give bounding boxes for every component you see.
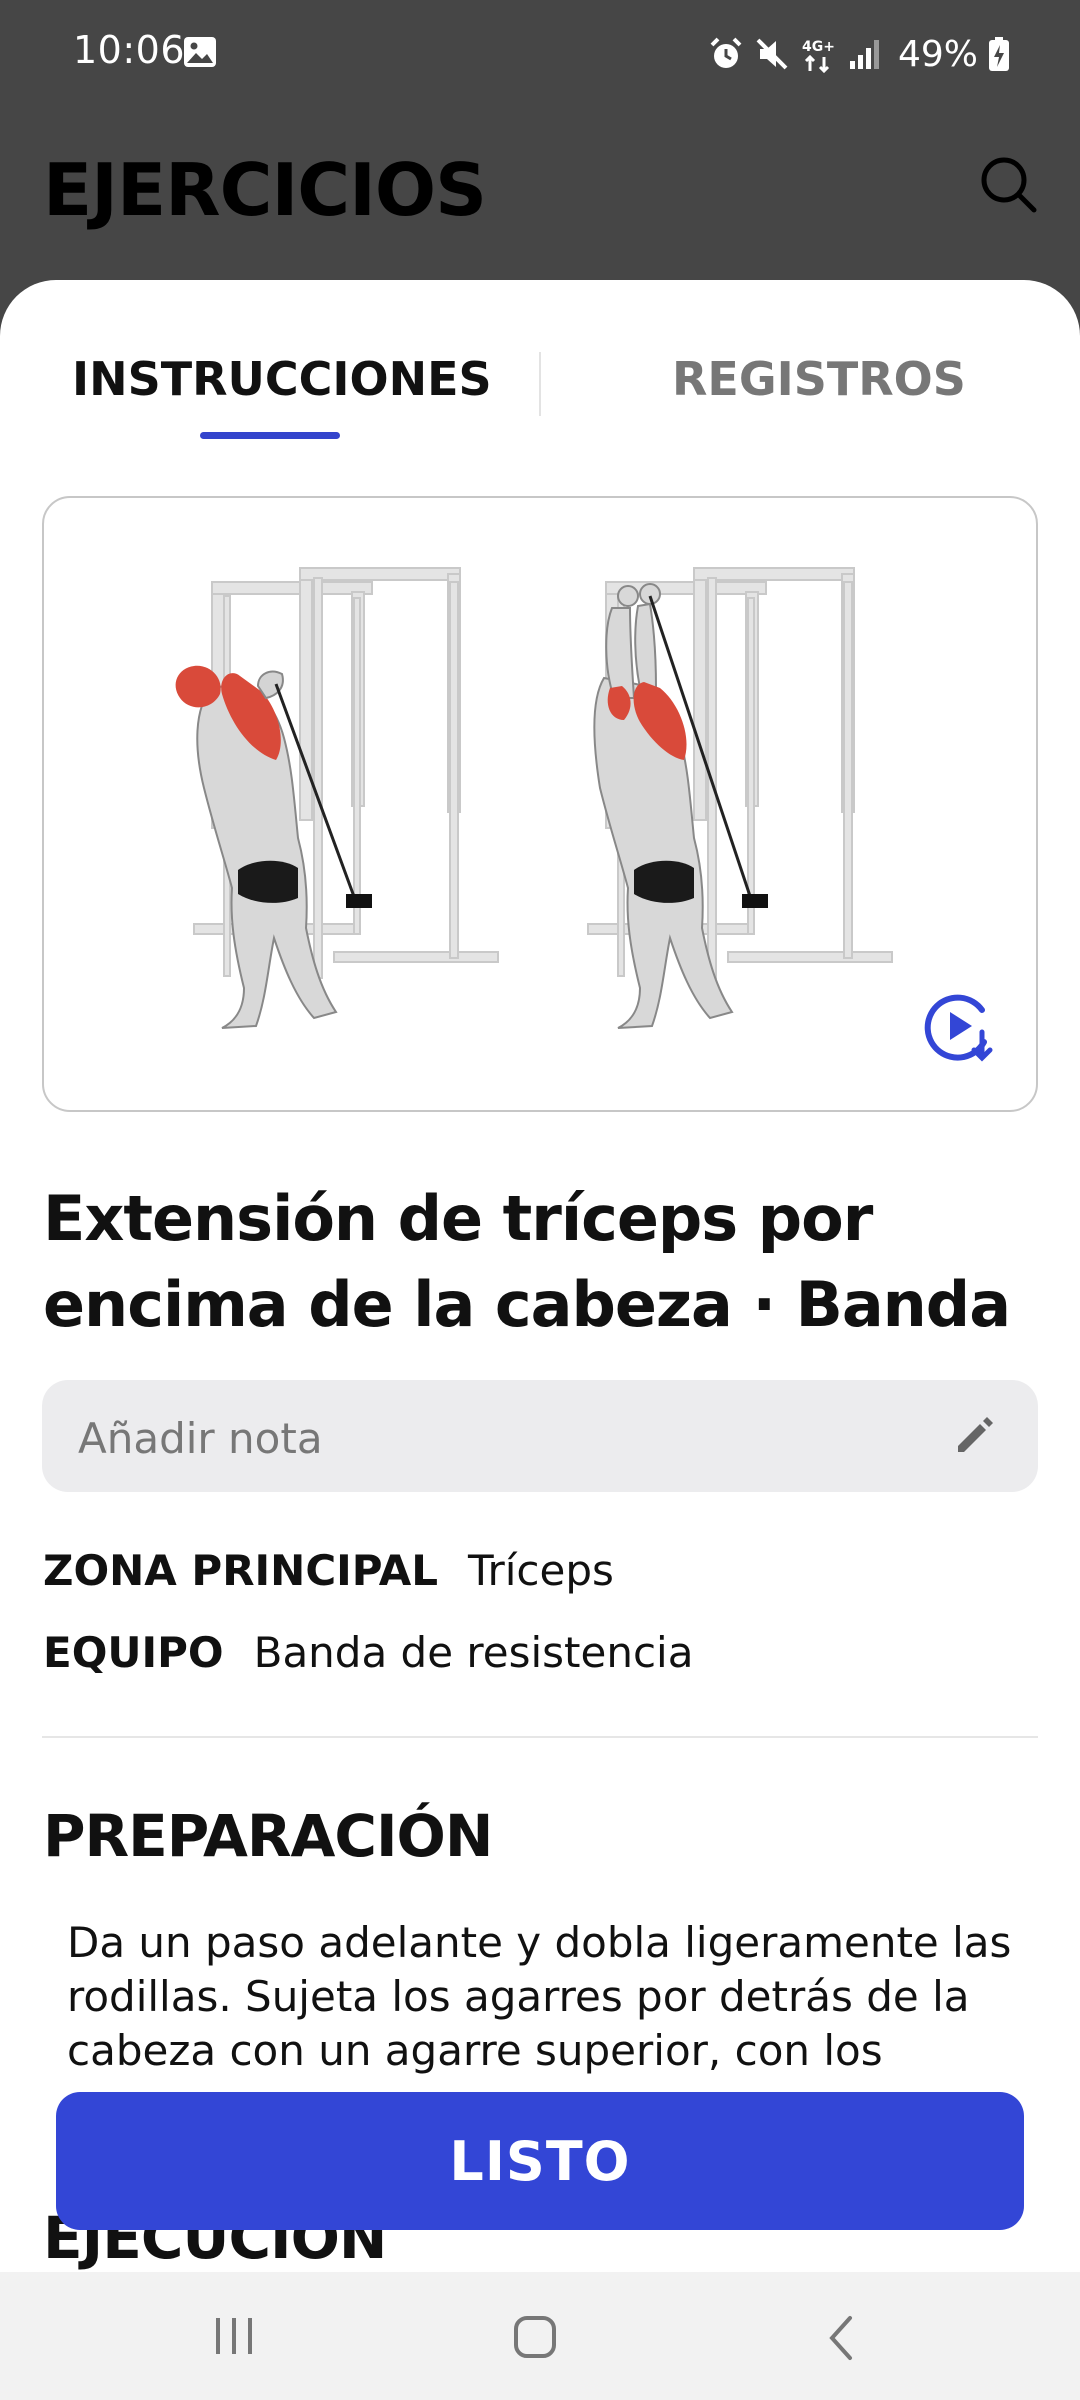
equipment-row: EQUIPO Banda de resistencia [43, 1628, 693, 1677]
tab-records[interactable]: REGISTROS [672, 352, 966, 406]
note-placeholder: Añadir nota [78, 1414, 323, 1463]
app-header: EJERCICIOS [0, 108, 1080, 280]
home-icon[interactable] [512, 2314, 560, 2362]
main-zone-label: ZONA PRINCIPAL [43, 1546, 438, 1595]
image-notification-icon [184, 37, 216, 67]
tab-instructions[interactable]: INSTRUCCIONES [72, 352, 492, 406]
section-divider [42, 1736, 1038, 1738]
equipment-label: EQUIPO [43, 1628, 224, 1677]
exercise-detail-sheet: INSTRUCCIONES REGISTROS Extensión de trí… [0, 280, 1080, 2272]
exercise-image-card[interactable] [42, 496, 1038, 1112]
done-button[interactable]: LISTO [56, 2092, 1024, 2230]
status-time: 10:06 [73, 28, 186, 72]
exercise-title: Extensión de tríceps por encima de la ca… [43, 1182, 1011, 1341]
tab-divider [539, 352, 541, 416]
video-play-download-icon[interactable] [920, 988, 1000, 1068]
status-icons: 4G+ 49% [708, 26, 1010, 82]
mute-icon [756, 38, 788, 70]
pencil-icon[interactable] [950, 1412, 998, 1460]
equipment-value: Banda de resistencia [253, 1628, 694, 1677]
active-tab-indicator [200, 432, 340, 439]
tab-bar: INSTRUCCIONES REGISTROS [0, 280, 1080, 450]
note-field[interactable]: Añadir nota [42, 1380, 1038, 1492]
preparation-text: Da un paso adelante y dobla ligeramente … [67, 1918, 1012, 2075]
signal-icon [849, 40, 879, 69]
system-nav-bar [0, 2272, 1080, 2400]
battery-charging-icon [989, 37, 1009, 71]
main-zone-row: ZONA PRINCIPAL Tríceps [43, 1546, 614, 1595]
page-title: EJERCICIOS [43, 148, 487, 232]
exercise-illustration [175, 567, 893, 1029]
search-icon[interactable] [976, 152, 1040, 216]
status-bar: 10:06 4G+ 49% [0, 0, 1080, 108]
recents-icon[interactable] [212, 2314, 256, 2358]
battery-percent: 49% [897, 33, 978, 75]
svg-text:4G+: 4G+ [802, 39, 835, 55]
back-icon[interactable] [820, 2314, 864, 2362]
main-zone-value: Tríceps [467, 1546, 614, 1595]
network-4g-icon: 4G+ [802, 39, 835, 73]
preparation-heading: PREPARACIÓN [43, 1802, 493, 1870]
figure-left [175, 665, 372, 1029]
alarm-icon [710, 37, 742, 68]
